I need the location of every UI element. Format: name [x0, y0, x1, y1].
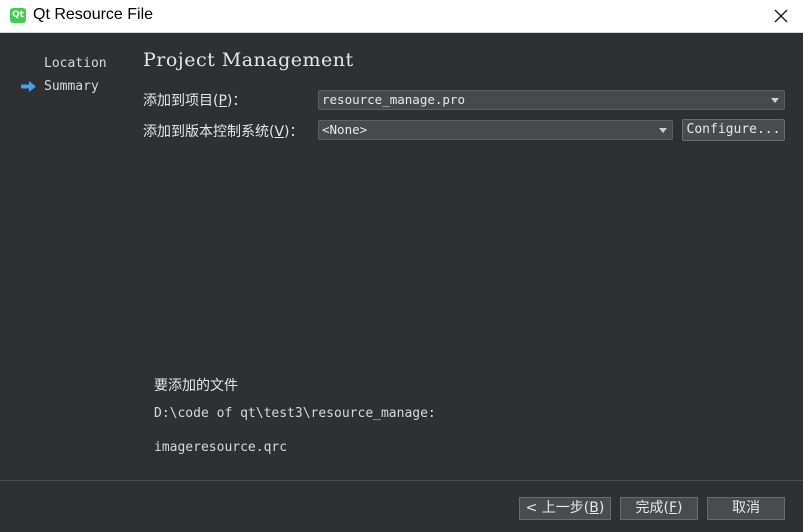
close-icon	[774, 9, 788, 23]
qt-app-icon: Qt	[10, 8, 26, 23]
file-name: imageresource.qrc	[154, 440, 288, 455]
cancel-button[interactable]: 取消	[707, 497, 785, 520]
sidebar-item-location: Location	[44, 56, 107, 71]
sidebar-item-summary: Summary	[44, 79, 99, 94]
version-control-value: <None>	[322, 122, 368, 137]
back-button[interactable]: < 上一步(B)	[519, 497, 611, 520]
configure-button[interactable]: Configure...	[682, 119, 785, 141]
footer-divider	[0, 480, 803, 481]
close-button[interactable]	[757, 0, 803, 31]
files-to-add-title: 要添加的文件	[154, 378, 238, 394]
add-to-project-label: 添加到项目(P)：	[143, 93, 247, 109]
files-path: D:\code of qt\test3\resource_manage:	[154, 406, 436, 421]
chevron-down-icon	[659, 128, 667, 133]
version-control-combo[interactable]: <None>	[318, 120, 673, 140]
current-step-arrow-icon	[21, 81, 36, 92]
finish-button[interactable]: 完成(F)	[620, 497, 698, 520]
page-title: Project Management	[143, 49, 354, 71]
window-title: Qt Resource File	[33, 6, 154, 23]
chevron-down-icon	[771, 98, 779, 103]
add-to-project-combo[interactable]: resource_manage.pro	[318, 90, 785, 110]
add-to-vcs-label: 添加到版本控制系统(V)：	[143, 124, 304, 140]
title-bar: Qt Qt Resource File	[0, 0, 803, 33]
add-to-project-value: resource_manage.pro	[322, 92, 465, 107]
